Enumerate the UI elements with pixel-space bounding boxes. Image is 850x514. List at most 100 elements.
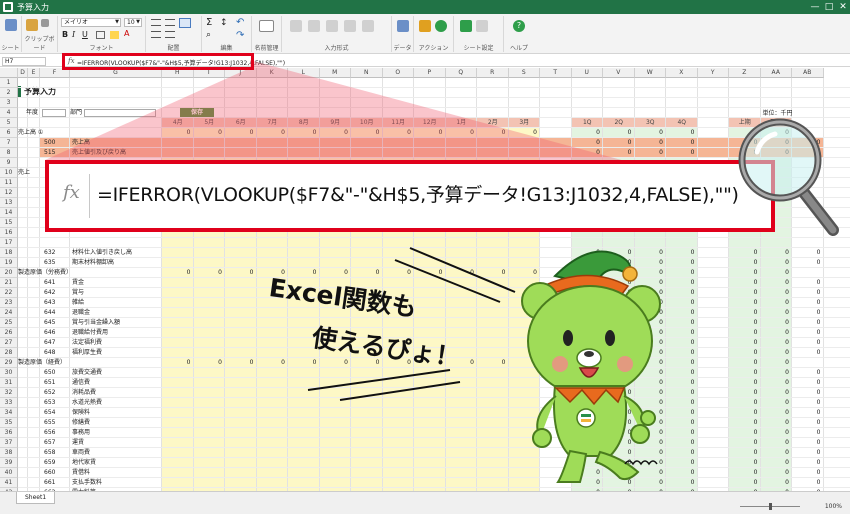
column-header[interactable]: D xyxy=(18,68,28,78)
row-header[interactable]: 36 xyxy=(0,428,18,438)
row-header[interactable]: 7 xyxy=(0,138,18,148)
row-header[interactable]: 30 xyxy=(0,368,18,378)
close-button[interactable]: ✕ xyxy=(836,1,850,13)
column-header[interactable]: E xyxy=(28,68,40,78)
sheet-icon[interactable] xyxy=(5,19,17,31)
date-icon[interactable] xyxy=(344,20,356,32)
row-header[interactable]: 14 xyxy=(0,208,18,218)
row-header[interactable]: 34 xyxy=(0,408,18,418)
row-header[interactable]: 40 xyxy=(0,468,18,478)
input-format-icon[interactable] xyxy=(290,20,302,32)
row-header[interactable]: 15 xyxy=(0,218,18,228)
column-header[interactable]: N xyxy=(351,68,383,78)
row-header[interactable]: 23 xyxy=(0,298,18,308)
row-header[interactable]: 8 xyxy=(0,148,18,158)
row-header[interactable]: 26 xyxy=(0,328,18,338)
italic-icon[interactable]: I xyxy=(72,30,75,39)
zoom-level[interactable]: 100% xyxy=(825,503,842,510)
row-header[interactable]: 31 xyxy=(0,378,18,388)
save-button[interactable]: 保存 xyxy=(180,108,214,117)
row-header[interactable]: 35 xyxy=(0,418,18,428)
data-icon[interactable] xyxy=(397,20,409,32)
row-header[interactable]: 6 xyxy=(0,128,18,138)
row-header[interactable]: 41 xyxy=(0,478,18,488)
number-icon[interactable] xyxy=(362,20,374,32)
row-header[interactable]: 16 xyxy=(0,228,18,238)
underline-icon[interactable]: U xyxy=(82,30,88,39)
column-header[interactable]: M xyxy=(319,68,351,78)
column-header[interactable]: V xyxy=(603,68,635,78)
name-manager-icon[interactable] xyxy=(259,20,274,32)
row-header[interactable]: 25 xyxy=(0,318,18,328)
row-header[interactable]: 12 xyxy=(0,188,18,198)
row-header[interactable]: 5 xyxy=(0,118,18,128)
row-header[interactable]: 29 xyxy=(0,358,18,368)
row-header[interactable]: 24 xyxy=(0,308,18,318)
row-header[interactable]: 28 xyxy=(0,348,18,358)
run-icon[interactable] xyxy=(435,20,447,32)
border-icon[interactable] xyxy=(96,31,105,39)
font-size-select[interactable]: 10 ▼ xyxy=(124,18,142,27)
column-header[interactable]: T xyxy=(540,68,572,78)
row-header[interactable]: 22 xyxy=(0,288,18,298)
protect-icon[interactable] xyxy=(476,20,488,32)
undo-icon[interactable]: ↶ xyxy=(236,17,244,28)
font-name-select[interactable]: メイリオ ▼ xyxy=(61,18,121,27)
row-header[interactable]: 37 xyxy=(0,438,18,448)
row-header[interactable]: 10 xyxy=(0,168,18,178)
column-header[interactable]: Y xyxy=(697,68,729,78)
maximize-button[interactable]: □ xyxy=(822,1,836,13)
sheet-settings-icon[interactable] xyxy=(460,20,472,32)
row-header[interactable]: 2 xyxy=(0,88,18,98)
fill-color-icon[interactable] xyxy=(110,31,119,39)
minimize-button[interactable]: — xyxy=(808,1,822,13)
align-middle-icon[interactable] xyxy=(165,19,175,26)
year-input[interactable] xyxy=(42,109,66,117)
align-left-icon[interactable] xyxy=(151,31,161,38)
font-color-icon[interactable]: A xyxy=(124,29,129,38)
row-header[interactable]: 18 xyxy=(0,248,18,258)
row-header[interactable]: 4 xyxy=(0,108,18,118)
align-center-icon[interactable] xyxy=(165,31,175,38)
row-header[interactable]: 17 xyxy=(0,238,18,248)
find-icon[interactable]: ⌕ xyxy=(206,30,211,40)
row-header[interactable]: 19 xyxy=(0,258,18,268)
row-header[interactable]: 11 xyxy=(0,178,18,188)
paste-icon[interactable] xyxy=(26,19,38,31)
column-header[interactable]: R xyxy=(477,68,509,78)
sum-icon[interactable]: Σ xyxy=(206,17,212,28)
row-header[interactable]: 32 xyxy=(0,388,18,398)
align-top-icon[interactable] xyxy=(151,19,161,26)
sheet-tab[interactable]: Sheet1 xyxy=(16,492,56,504)
select-all-corner[interactable] xyxy=(0,68,18,78)
bold-icon[interactable]: B xyxy=(62,30,68,39)
row-header[interactable]: 38 xyxy=(0,448,18,458)
row-header[interactable]: 21 xyxy=(0,278,18,288)
zoom-slider-thumb[interactable] xyxy=(769,503,772,510)
column-header[interactable]: Q xyxy=(445,68,477,78)
row-header[interactable]: 33 xyxy=(0,398,18,408)
merge-icon[interactable] xyxy=(179,18,191,28)
column-header[interactable]: P xyxy=(414,68,446,78)
list-icon[interactable] xyxy=(326,20,338,32)
column-header[interactable]: X xyxy=(666,68,698,78)
action-icon[interactable] xyxy=(419,20,431,32)
column-header[interactable]: L xyxy=(288,68,320,78)
row-header[interactable]: 39 xyxy=(0,458,18,468)
column-header[interactable]: Z xyxy=(729,68,761,78)
column-header[interactable]: AB xyxy=(792,68,824,78)
row-header[interactable]: 9 xyxy=(0,158,18,168)
redo-icon[interactable]: ↷ xyxy=(236,30,244,41)
row-header[interactable]: 20 xyxy=(0,268,18,278)
cut-icon[interactable] xyxy=(41,19,49,27)
row-header[interactable]: 1 xyxy=(0,78,18,88)
column-header[interactable]: S xyxy=(508,68,540,78)
validation-icon[interactable] xyxy=(308,20,320,32)
column-header[interactable]: W xyxy=(634,68,666,78)
dept-input[interactable] xyxy=(84,109,156,117)
row-header[interactable]: 13 xyxy=(0,198,18,208)
row-header[interactable]: 27 xyxy=(0,338,18,348)
name-box[interactable]: H7 xyxy=(2,57,46,66)
column-header[interactable]: O xyxy=(382,68,414,78)
column-header[interactable]: K xyxy=(256,68,288,78)
